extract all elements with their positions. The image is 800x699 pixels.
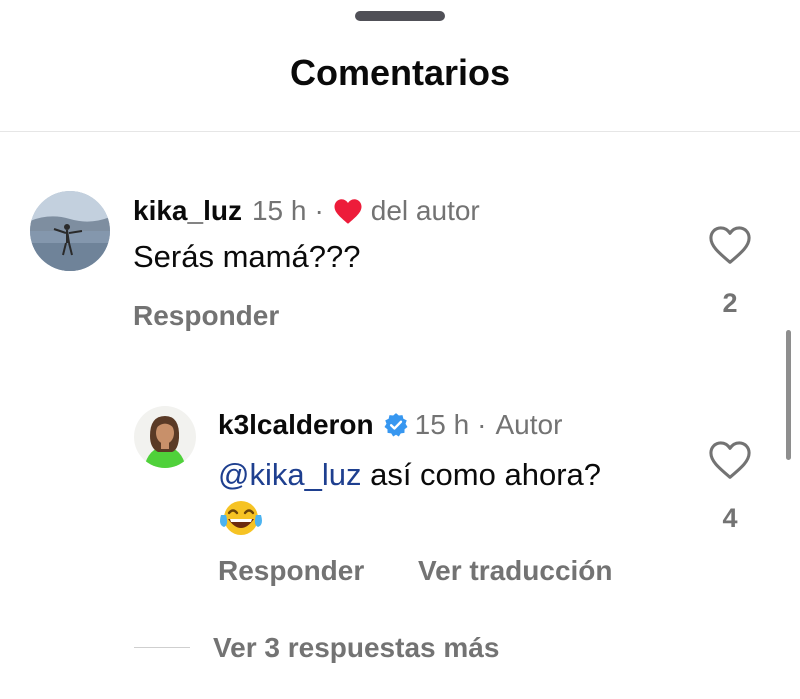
reply-button[interactable]: Responder bbox=[218, 555, 364, 587]
liked-by-author-label: del autor bbox=[370, 195, 480, 226]
laughing-emoji-icon bbox=[218, 497, 601, 551]
sheet-drag-handle[interactable] bbox=[355, 11, 445, 21]
comment-text: Serás mamá??? bbox=[133, 239, 361, 274]
timestamp: 15 h bbox=[414, 409, 470, 440]
reply-button[interactable]: Responder bbox=[133, 300, 279, 332]
mention-link[interactable]: @kika_luz bbox=[218, 457, 361, 492]
verified-badge-icon bbox=[383, 412, 409, 438]
avatar[interactable] bbox=[30, 191, 110, 271]
author-label: Autor bbox=[495, 409, 563, 440]
user-photo-icon bbox=[30, 191, 110, 271]
username[interactable]: k3lcalderon bbox=[218, 409, 374, 441]
scrollbar[interactable] bbox=[786, 330, 791, 460]
like-count: 4 bbox=[722, 503, 738, 533]
more-replies-divider bbox=[134, 647, 190, 648]
heart-icon[interactable] bbox=[708, 440, 752, 480]
reply-body: así como ahora? bbox=[370, 457, 602, 492]
see-translation-button[interactable]: Ver traducción bbox=[418, 555, 613, 587]
user-photo-icon bbox=[134, 406, 196, 468]
timestamp: 15 h bbox=[251, 195, 307, 226]
comments-sheet: Comentarios kika_luz 15 h · del autor Se… bbox=[0, 0, 800, 699]
like-count: 2 bbox=[722, 288, 738, 318]
comment-meta: kika_luz 15 h · del autor bbox=[133, 191, 480, 231]
heart-icon[interactable] bbox=[708, 225, 752, 265]
separator-dot: · bbox=[477, 409, 487, 440]
view-more-replies-button[interactable]: Ver 3 respuestas más bbox=[213, 632, 499, 664]
header-divider bbox=[0, 131, 800, 132]
page-title: Comentarios bbox=[289, 52, 511, 93]
reply-text: @kika_luz así como ahora? bbox=[218, 453, 601, 551]
separator-dot: · bbox=[314, 195, 324, 226]
reply-meta: k3lcalderon 15 h · Autor bbox=[218, 405, 562, 445]
username[interactable]: kika_luz bbox=[133, 195, 242, 227]
author-heart-icon bbox=[333, 198, 363, 225]
avatar[interactable] bbox=[134, 406, 196, 468]
